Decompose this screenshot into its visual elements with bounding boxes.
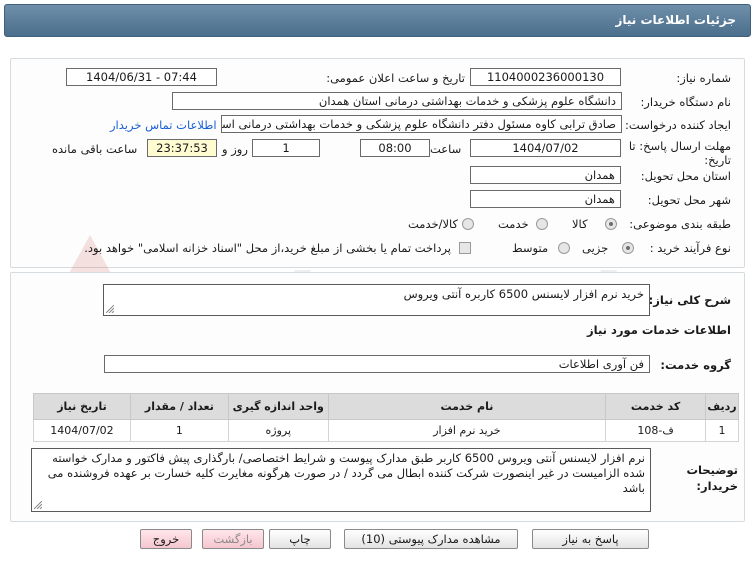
treasury-payment-note: پرداخت تمام یا بخشی از مبلغ خرید،از محل … (84, 241, 451, 255)
buyer-org-label: نام دستگاه خریدار: (640, 95, 731, 109)
need-number-label: شماره نیاز: (676, 71, 731, 85)
notes-label-buyer: خریدار: (696, 479, 738, 493)
row-index: 1 (705, 419, 739, 442)
category-radio-both[interactable] (462, 218, 474, 230)
service-name: خرید نرم افزار (327, 419, 607, 442)
summary-label: شرح کلی نیاز: (648, 293, 731, 307)
deadline-label: مهلت ارسال پاسخ: تا (628, 139, 731, 153)
city-field: همدان (470, 190, 621, 208)
remaining-time-field: 23:37:53 (147, 139, 217, 157)
process-radio-minor[interactable] (622, 242, 634, 254)
notes-field: نرم افزار لایسنس آنتی ویروس 6500 کاربر ط… (31, 448, 651, 512)
category-option-goods: کالا (572, 217, 588, 231)
category-option-service: خدمت (498, 217, 529, 231)
announce-label: تاریخ و ساعت اعلان عمومی: (326, 71, 465, 85)
summary-field: خرید نرم افزار لایسنس 6500 کاربره آنتی و… (103, 284, 650, 316)
remaining-label: ساعت باقی مانده (52, 142, 138, 156)
back-button[interactable]: بازگشت (202, 529, 264, 549)
city-label: شهر محل تحویل: (647, 193, 731, 207)
print-button[interactable]: چاپ (269, 529, 331, 549)
category-option-both: کالا/خدمت (408, 217, 459, 231)
announce-field: 1404/06/31 - 07:44 (66, 68, 217, 86)
notes-label: توضیحات (686, 463, 739, 477)
column-header: واحد اندازه گیری (227, 393, 329, 420)
view-attachments-button[interactable]: مشاهده مدارک پیوستی (10) (344, 529, 518, 549)
category-radio-goods[interactable] (605, 218, 617, 230)
process-label: نوع فرآیند خرید : (649, 241, 731, 255)
province-field: همدان (470, 166, 621, 184)
service-code: ف-108 (605, 419, 707, 442)
deadline-label-date: تاریخ: (704, 153, 731, 167)
resize-grip-icon[interactable] (106, 305, 114, 313)
deadline-time-field: 08:00 (360, 139, 430, 157)
category-label: طبقه بندی موضوعی: (629, 217, 731, 231)
reply-button[interactable]: پاسخ به نیاز (532, 529, 649, 549)
category-radio-service[interactable] (536, 218, 548, 230)
services-table: ردیف کد خدمت نام خدمت واحد اندازه گیری ت… (33, 393, 739, 442)
treasury-payment-checkbox[interactable] (459, 242, 471, 254)
table-header-row: ردیف کد خدمت نام خدمت واحد اندازه گیری ت… (33, 393, 739, 420)
process-radio-medium[interactable] (558, 242, 570, 254)
notes-text: نرم افزار لایسنس آنتی ویروس 6500 کاربر ط… (47, 451, 645, 495)
details-panel (10, 58, 745, 268)
column-header: تاریخ نیاز (33, 393, 131, 420)
page-title: جزئیات اطلاعات نیاز (615, 13, 736, 27)
process-option-minor: جزیی (582, 241, 609, 255)
province-label: استان محل تحویل: (640, 169, 731, 183)
summary-text: خرید نرم افزار لایسنس 6500 کاربره آنتی و… (403, 287, 644, 301)
deadline-date-field: 1404/07/02 (470, 139, 621, 157)
deadline-time-label: ساعت (430, 142, 462, 156)
services-section-title: اطلاعات خدمات مورد نیاز (587, 323, 731, 337)
column-header: ردیف (705, 393, 739, 420)
process-option-medium: متوسط (512, 241, 549, 255)
creator-label: ایجاد کننده درخواست: (625, 118, 731, 132)
days-field: 1 (252, 139, 320, 157)
column-header: کد خدمت (605, 393, 707, 420)
buyer-org-field: دانشگاه علوم پزشکی و خدمات بهداشتی درمان… (172, 92, 622, 110)
creator-field: صادق ترابی کاوه مسئول دفتر دانشگاه علوم … (221, 115, 622, 133)
unit: پروژه (227, 419, 329, 442)
resize-grip-icon[interactable] (34, 501, 42, 509)
table-row: 1 ف-108 خرید نرم افزار پروژه 1 1404/07/0… (33, 419, 739, 442)
need-number-field: 1104000236000130 (470, 68, 621, 86)
quantity: 1 (129, 419, 229, 442)
service-group-label: گروه خدمت: (660, 358, 731, 372)
service-group-field: فن آوری اطلاعات (104, 355, 650, 373)
exit-button[interactable]: خروج (140, 529, 192, 549)
days-label: روز و (222, 142, 248, 156)
buyer-contact-link[interactable]: اطلاعات تماس خریدار (110, 118, 217, 132)
column-header: نام خدمت (327, 393, 607, 420)
need-date: 1404/07/02 (33, 419, 131, 442)
column-header: تعداد / مقدار (129, 393, 229, 420)
page-header: جزئیات اطلاعات نیاز (4, 4, 751, 37)
